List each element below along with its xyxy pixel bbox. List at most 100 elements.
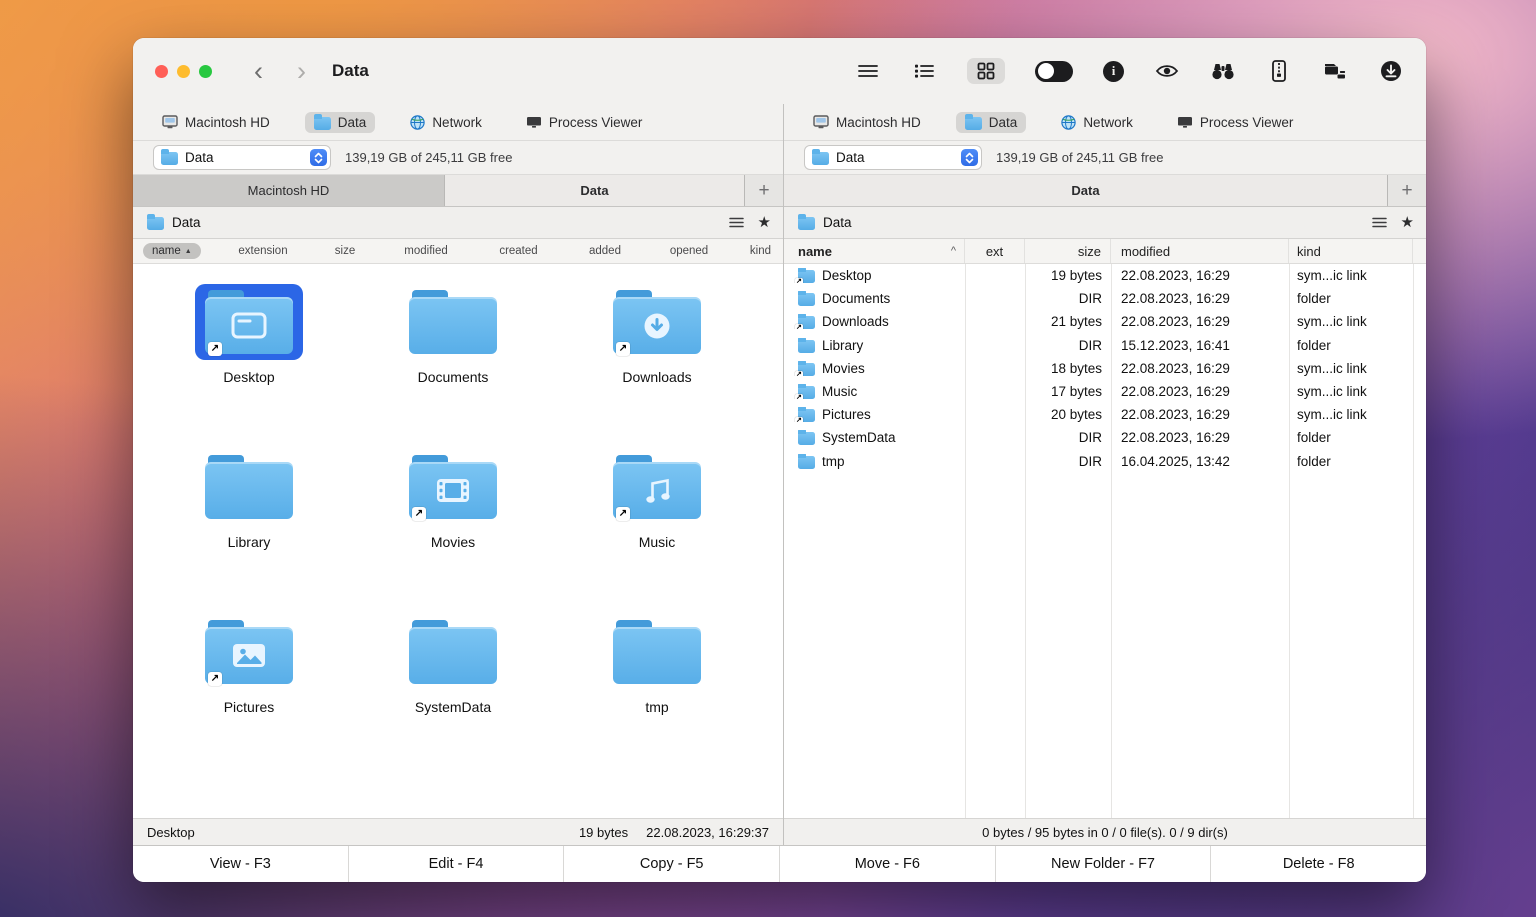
new-tab-button[interactable]: + [1388, 175, 1426, 206]
zoom-button[interactable] [199, 65, 212, 78]
favorite-star-icon[interactable]: ★ [758, 215, 771, 230]
forward-button[interactable]: › [297, 58, 306, 85]
folder-icon [147, 217, 164, 230]
grid-item-desktop[interactable]: Desktop [147, 284, 351, 449]
minimize-button[interactable] [177, 65, 190, 78]
table-row[interactable]: SystemData DIR 22.08.2023, 16:29 folder [784, 426, 1426, 449]
folder-icon [812, 152, 829, 165]
right-column-headers: name^ ext size modified kind [784, 239, 1426, 264]
column-header-size[interactable]: size [1025, 239, 1111, 263]
free-space-label: 139,19 GB of 245,11 GB free [996, 150, 1163, 165]
tab-data[interactable]: Data [784, 175, 1388, 206]
place-macintosh-hd[interactable]: Macintosh HD [804, 112, 930, 133]
new-tab-button[interactable]: + [745, 175, 783, 206]
back-button[interactable]: ‹ [254, 58, 263, 85]
traffic-lights [155, 65, 212, 78]
new-folder-f7-button[interactable]: New Folder - F7 [996, 846, 1212, 882]
column-header-opened[interactable]: opened [644, 245, 734, 257]
menu-icon[interactable] [855, 58, 881, 84]
item-label: Pictures [224, 699, 275, 715]
item-label: SystemData [415, 699, 491, 715]
favorite-star-icon[interactable]: ★ [1401, 215, 1414, 230]
place-process-viewer[interactable]: Process Viewer [1168, 112, 1303, 133]
binoculars-icon[interactable] [1210, 58, 1236, 84]
drive-selector[interactable]: Data [804, 145, 982, 170]
table-row[interactable]: Pictures 20 bytes 22.08.2023, 16:29 sym.… [784, 403, 1426, 426]
view-f3-button[interactable]: View - F3 [133, 846, 349, 882]
item-label: Library [228, 534, 271, 550]
view-menu-icon[interactable] [1372, 217, 1387, 228]
table-row[interactable]: Documents DIR 22.08.2023, 16:29 folder [784, 287, 1426, 310]
list-view-icon[interactable] [911, 58, 937, 84]
column-header-created[interactable]: created [471, 245, 566, 257]
archive-icon[interactable] [1266, 58, 1292, 84]
grid-item-movies[interactable]: Movies [351, 449, 555, 614]
toggle-icon[interactable] [1035, 61, 1073, 82]
column-header-ext[interactable]: ext [965, 239, 1025, 263]
column-header-name[interactable]: name^ [784, 239, 965, 263]
column-header-modified[interactable]: modified [1111, 239, 1289, 263]
place-label: Macintosh HD [185, 115, 270, 130]
table-row[interactable]: tmp DIR 16.04.2025, 13:42 folder [784, 450, 1426, 473]
item-label: Desktop [223, 369, 274, 385]
table-row[interactable]: Downloads 21 bytes 22.08.2023, 16:29 sym… [784, 310, 1426, 333]
left-places-bar: Macintosh HD Data Network Process Viewer [133, 104, 783, 141]
right-places-bar: Macintosh HD Data Network Process Viewer [784, 104, 1426, 141]
grid-item-tmp[interactable]: tmp [555, 614, 759, 779]
movies-folder-icon [409, 455, 497, 519]
grid-item-documents[interactable]: Documents [351, 284, 555, 449]
item-label: Music [639, 534, 676, 550]
column-header-name[interactable]: name▲ [143, 243, 217, 259]
close-button[interactable] [155, 65, 168, 78]
table-row[interactable]: Library DIR 15.12.2023, 16:41 folder [784, 334, 1426, 357]
column-header-gutter [1413, 239, 1426, 263]
table-row[interactable]: Music 17 bytes 22.08.2023, 16:29 sym...i… [784, 380, 1426, 403]
delete-f8-button[interactable]: Delete - F8 [1211, 846, 1426, 882]
column-header-extension[interactable]: extension [217, 245, 309, 257]
grid-view-icon[interactable] [967, 58, 1005, 84]
copy-f5-button[interactable]: Copy - F5 [564, 846, 780, 882]
eye-icon[interactable] [1154, 58, 1180, 84]
folder-icon [314, 117, 331, 130]
desktop-wallpaper: ‹ › Data i [0, 0, 1536, 917]
info-icon[interactable]: i [1103, 61, 1124, 82]
place-network[interactable]: Network [401, 112, 491, 133]
place-macintosh-hd[interactable]: Macintosh HD [153, 112, 279, 133]
sort-ascending-icon: ▲ [185, 248, 192, 255]
current-path: Data [172, 215, 201, 230]
drive-selector[interactable]: Data [153, 145, 331, 170]
column-header-modified[interactable]: modified [381, 245, 471, 257]
place-data[interactable]: Data [956, 112, 1027, 133]
alias-arrow-icon [616, 507, 630, 521]
place-data[interactable]: Data [305, 112, 376, 133]
place-network[interactable]: Network [1052, 112, 1142, 133]
edit-f4-button[interactable]: Edit - F4 [349, 846, 565, 882]
place-process-viewer[interactable]: Process Viewer [517, 112, 652, 133]
network-share-icon[interactable] [1322, 58, 1348, 84]
view-menu-icon[interactable] [729, 217, 744, 228]
right-file-table: Desktop 19 bytes 22.08.2023, 16:29 sym..… [784, 264, 1426, 818]
column-header-added[interactable]: added [566, 245, 644, 257]
tab-data[interactable]: Data [445, 175, 745, 206]
column-header-size[interactable]: size [309, 245, 381, 257]
column-header-kind[interactable]: kind [734, 245, 783, 257]
place-label: Data [989, 115, 1018, 130]
tab-macintosh-hd[interactable]: Macintosh HD [133, 175, 445, 206]
folder-icon [798, 456, 815, 469]
stepper-icon[interactable] [961, 149, 978, 166]
grid-item-systemdata[interactable]: SystemData [351, 614, 555, 779]
grid-item-downloads[interactable]: Downloads [555, 284, 759, 449]
move-f6-button[interactable]: Move - F6 [780, 846, 996, 882]
alias-arrow-icon [208, 672, 222, 686]
column-header-kind[interactable]: kind [1289, 239, 1413, 263]
stepper-icon[interactable] [310, 149, 327, 166]
item-label: Movies [431, 534, 475, 550]
grid-item-music[interactable]: Music [555, 449, 759, 614]
window-title: Data [332, 61, 369, 81]
download-icon[interactable] [1378, 58, 1404, 84]
table-row[interactable]: Desktop 19 bytes 22.08.2023, 16:29 sym..… [784, 264, 1426, 287]
grid-item-pictures[interactable]: Pictures [147, 614, 351, 779]
table-row[interactable]: Movies 18 bytes 22.08.2023, 16:29 sym...… [784, 357, 1426, 380]
grid-item-library[interactable]: Library [147, 449, 351, 614]
right-status-bar: 0 bytes / 95 bytes in 0 / 0 file(s). 0 /… [784, 818, 1426, 845]
